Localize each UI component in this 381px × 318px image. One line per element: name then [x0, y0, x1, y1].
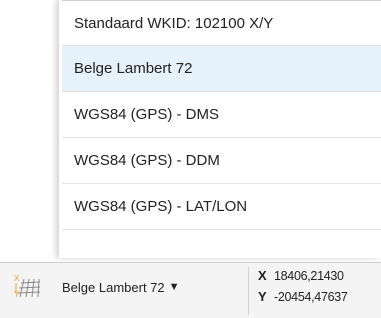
menu-item-wgs84-dms[interactable]: WGS84 (GPS) - DMS [62, 92, 381, 138]
svg-text:Y: Y [14, 290, 20, 299]
coordinate-status-bar: X Y Belge Lambert 72 ▼ X 18406,21430 Y -… [0, 262, 381, 318]
menu-item-label: Standaard WKID: 102100 X/Y [74, 14, 274, 32]
projection-select[interactable]: Belge Lambert 72 ▼ [62, 275, 180, 299]
y-label: Y [258, 289, 267, 304]
coordinate-readout: X 18406,21430 Y -20454,47637 [258, 265, 381, 307]
menu-item-label: Belge Lambert 72 [74, 60, 193, 77]
x-value: 18406,21430 [274, 268, 344, 283]
separator [248, 267, 249, 315]
background-area [0, 0, 59, 262]
x-coordinate-row: X 18406,21430 [258, 265, 381, 286]
svg-text:X: X [14, 274, 20, 283]
projection-dropdown-menu: Standaard WKID: 102100 X/Y Belge Lambert… [62, 0, 381, 258]
menu-item-label: WGS84 (GPS) - LAT/LON [74, 198, 248, 215]
menu-item-label: WGS84 (GPS) - DMS [74, 106, 220, 123]
x-label: X [258, 268, 267, 283]
menu-item-label: WGS84 (GPS) - DDM [74, 152, 220, 169]
menu-item-standaard-wkid[interactable]: Standaard WKID: 102100 X/Y [62, 0, 381, 46]
menu-item-wgs84-ddm[interactable]: WGS84 (GPS) - DDM [62, 138, 381, 184]
projection-grid-icon: X Y [14, 273, 42, 301]
menu-item-belge-lambert-72[interactable]: Belge Lambert 72 [62, 46, 381, 92]
y-coordinate-row: Y -20454,47637 [258, 286, 381, 307]
caret-down-icon: ▼ [168, 281, 180, 293]
y-value: -20454,47637 [274, 289, 348, 304]
menu-item-wgs84-latlon[interactable]: WGS84 (GPS) - LAT/LON [62, 184, 381, 230]
projection-select-label: Belge Lambert 72 [62, 279, 165, 295]
